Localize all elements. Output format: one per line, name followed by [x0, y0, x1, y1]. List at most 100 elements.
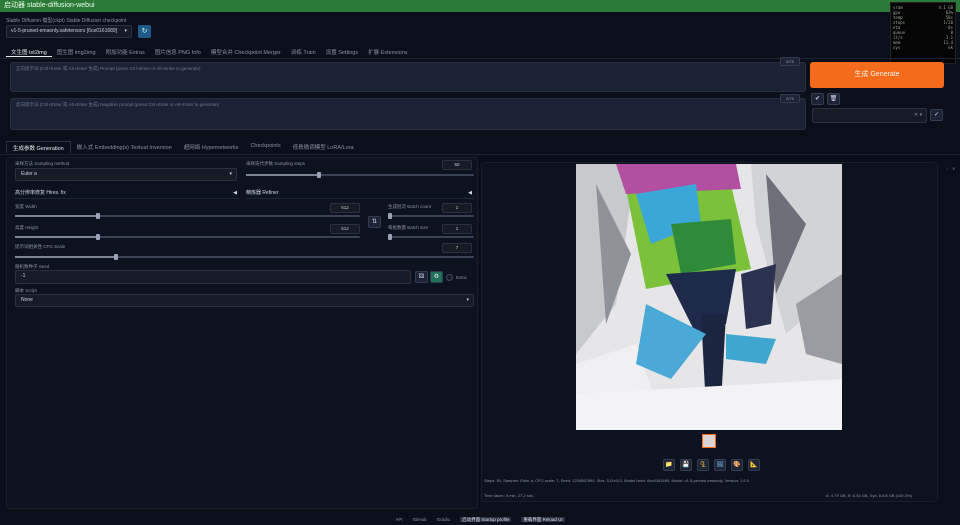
- sampling-steps-input[interactable]: 50: [442, 160, 472, 170]
- swap-dimensions-icon[interactable]: ⇅: [368, 216, 381, 228]
- memory-stats: A: 4.79 GB, R: 6.54 GB, Sys: 8.0/8 GB (1…: [826, 493, 912, 498]
- dice-icon[interactable]: ⚄: [415, 271, 428, 283]
- tab-7[interactable]: 扩展 Extensions: [363, 46, 412, 57]
- footer-link-4[interactable]: 重载界面 Reload UI: [521, 517, 565, 522]
- zip-icon[interactable]: 🗜: [697, 459, 709, 471]
- batch-size-input[interactable]: 1: [442, 224, 472, 234]
- recycle-icon[interactable]: ♻: [430, 271, 443, 283]
- chevron-down-icon: ▾: [466, 297, 469, 303]
- cfg-scale-label: 提示词相关性 CFG Scale: [15, 244, 66, 249]
- negative-prompt-input[interactable]: 反向提示词 (Ctrl+Enter 或 Alt+Enter 生成) Negati…: [10, 98, 806, 130]
- refresh-icon[interactable]: ↻: [138, 25, 151, 38]
- hires-fix-accordion[interactable]: 高分辨率修复 Hires. fix ◀: [15, 187, 239, 199]
- script-select[interactable]: None ▾: [15, 294, 474, 307]
- overlay-key: sys: [893, 45, 901, 50]
- subtab-1[interactable]: 嵌入式 Embedding(s) Textual Inversion: [71, 141, 178, 153]
- gallery-thumbnail[interactable]: [702, 434, 716, 448]
- extra-checkbox[interactable]: [446, 274, 453, 281]
- subtab-4[interactable]: 低秩微调模型 LoRA/Lora: [287, 141, 360, 153]
- refiner-accordion[interactable]: 精炼器 Refiner ◀: [246, 187, 474, 199]
- overlay-value: ok: [948, 45, 953, 50]
- slider-handle[interactable]: [388, 234, 392, 240]
- batch-size-label: 每批数量 Batch size: [388, 225, 429, 230]
- height-slider[interactable]: [15, 234, 360, 240]
- apply-style-icon[interactable]: ✔: [811, 93, 824, 105]
- sampling-method-value: Euler a: [21, 171, 37, 177]
- caret-left-icon: ◀: [233, 190, 237, 196]
- refiner-label: 精炼器 Refiner: [246, 190, 279, 196]
- window-titlebar: 启动器 stable-diffusion-webui ↓ □ ✕: [0, 0, 960, 12]
- main-tabs: 文生图 txt2img 图生图 img2img 附加功能 Extras 图片信息 PN…: [6, 46, 413, 57]
- window-title: 启动器 stable-diffusion-webui: [4, 2, 95, 9]
- tab-2[interactable]: 附加功能 Extras: [101, 46, 150, 57]
- seed-input[interactable]: -1: [15, 270, 411, 284]
- checkpoint-select[interactable]: v1-5-pruned-emaonly.safetensors [6ce0161…: [6, 25, 132, 38]
- tab-0[interactable]: 文生图 txt2img: [6, 46, 52, 57]
- slider-handle[interactable]: [388, 213, 392, 219]
- time-taken: Time taken: 5 min. 27.2 sec.: [484, 493, 535, 498]
- sampling-method-label: 采样方法 Sampling method: [15, 161, 70, 166]
- generated-image[interactable]: [576, 164, 842, 430]
- caret-left-icon: ◀: [468, 190, 472, 196]
- slider-handle[interactable]: [316, 172, 321, 178]
- inpaint-icon[interactable]: 🎨: [731, 459, 743, 471]
- slider-handle[interactable]: [95, 234, 100, 240]
- height-label: 高度 Height: [15, 225, 39, 230]
- generation-subtabs: 生成参数 Generation 嵌入式 Embedding(s) Textual …: [6, 141, 360, 153]
- negative-token-counter: 0/75: [780, 94, 800, 103]
- chevron-down-icon: ▾: [229, 171, 232, 177]
- width-slider[interactable]: [15, 213, 360, 219]
- slider-handle[interactable]: [113, 254, 118, 260]
- style-select[interactable]: ✕ ▾: [812, 108, 927, 123]
- footer-link-2[interactable]: Gradio: [437, 517, 451, 522]
- divider: [0, 58, 960, 59]
- tab-3[interactable]: 图片信息 PNG Info: [150, 46, 206, 57]
- prompt-input[interactable]: 正向提示词 (Ctrl+Enter 或 Alt+Enter 生成) Prompt…: [10, 62, 806, 92]
- footer-links: API GitHub Gradio 启动界面 Startup profile 重载界面 …: [0, 515, 960, 525]
- sampling-steps-label: 采样迭代步数 Sampling steps: [246, 161, 306, 166]
- width-input[interactable]: 512: [330, 203, 360, 213]
- sampling-method-select[interactable]: Euler a ▾: [15, 168, 237, 181]
- footer-link-0[interactable]: API: [395, 517, 402, 522]
- generation-info: Steps: 50, Sampler: Euler a, CFG scale: …: [484, 478, 749, 483]
- trash-icon[interactable]: 🗑: [827, 93, 840, 105]
- prompt-token-counter: 0/75: [780, 57, 800, 66]
- cfg-scale-slider[interactable]: [15, 254, 474, 260]
- folder-icon[interactable]: 📁: [663, 459, 675, 471]
- seed-value: -1: [21, 273, 26, 279]
- tab-5[interactable]: 训练 Train: [286, 46, 321, 57]
- script-value: None: [21, 297, 33, 303]
- height-input[interactable]: 512: [330, 224, 360, 234]
- img2img-icon[interactable]: 🖼: [714, 459, 726, 471]
- batch-count-slider[interactable]: [388, 213, 474, 219]
- tab-4[interactable]: 模型合并 Checkpoint Merger: [206, 46, 286, 57]
- generated-image-art: [576, 164, 842, 430]
- checkpoint-label: Stable Diffusion 模型(ckpt) Stable Diffusi…: [6, 18, 127, 24]
- subtab-2[interactable]: 超网络 Hypernetworks: [178, 141, 245, 153]
- slider-handle[interactable]: [95, 213, 100, 219]
- batch-count-label: 生成批次 Batch count: [388, 204, 432, 209]
- batch-size-slider[interactable]: [388, 234, 474, 240]
- batch-count-input[interactable]: 1: [442, 203, 472, 213]
- sampling-steps-slider[interactable]: [246, 172, 474, 178]
- footer-link-3[interactable]: 启动界面 Startup profile: [460, 517, 512, 522]
- save-icon[interactable]: 💾: [680, 459, 692, 471]
- cfg-scale-input[interactable]: 7: [442, 243, 472, 253]
- width-label: 宽度 Width: [15, 204, 37, 209]
- negative-prompt-placeholder: 反向提示词 (Ctrl+Enter 或 Alt+Enter 生成) Negati…: [16, 102, 220, 107]
- chevron-down-icon: ▾: [124, 28, 127, 34]
- close-icon[interactable]: ✕: [952, 166, 955, 171]
- save-style-icon[interactable]: ✓: [930, 109, 943, 121]
- prompt-placeholder: 正向提示词 (Ctrl+Enter 或 Alt+Enter 生成) Prompt…: [16, 66, 201, 71]
- overlay-row: sys ok: [893, 45, 953, 50]
- footer-link-1[interactable]: GitHub: [413, 517, 427, 522]
- hires-fix-label: 高分辨率修复 Hires. fix: [15, 190, 66, 196]
- download-icon[interactable]: ↓: [946, 166, 948, 171]
- tab-6[interactable]: 设置 Settings: [321, 46, 363, 57]
- perf-overlay: vram 4.1 GB gpu 63% temp 58c steps 1/20 eta 0s que…: [890, 2, 956, 64]
- subtab-0[interactable]: 生成参数 Generation: [6, 141, 71, 153]
- generate-button[interactable]: 生成 Generate: [810, 62, 944, 88]
- subtab-3[interactable]: Checkpoints: [244, 141, 286, 153]
- tab-1[interactable]: 图生图 img2img: [52, 46, 101, 57]
- extras-icon[interactable]: 📐: [748, 459, 760, 471]
